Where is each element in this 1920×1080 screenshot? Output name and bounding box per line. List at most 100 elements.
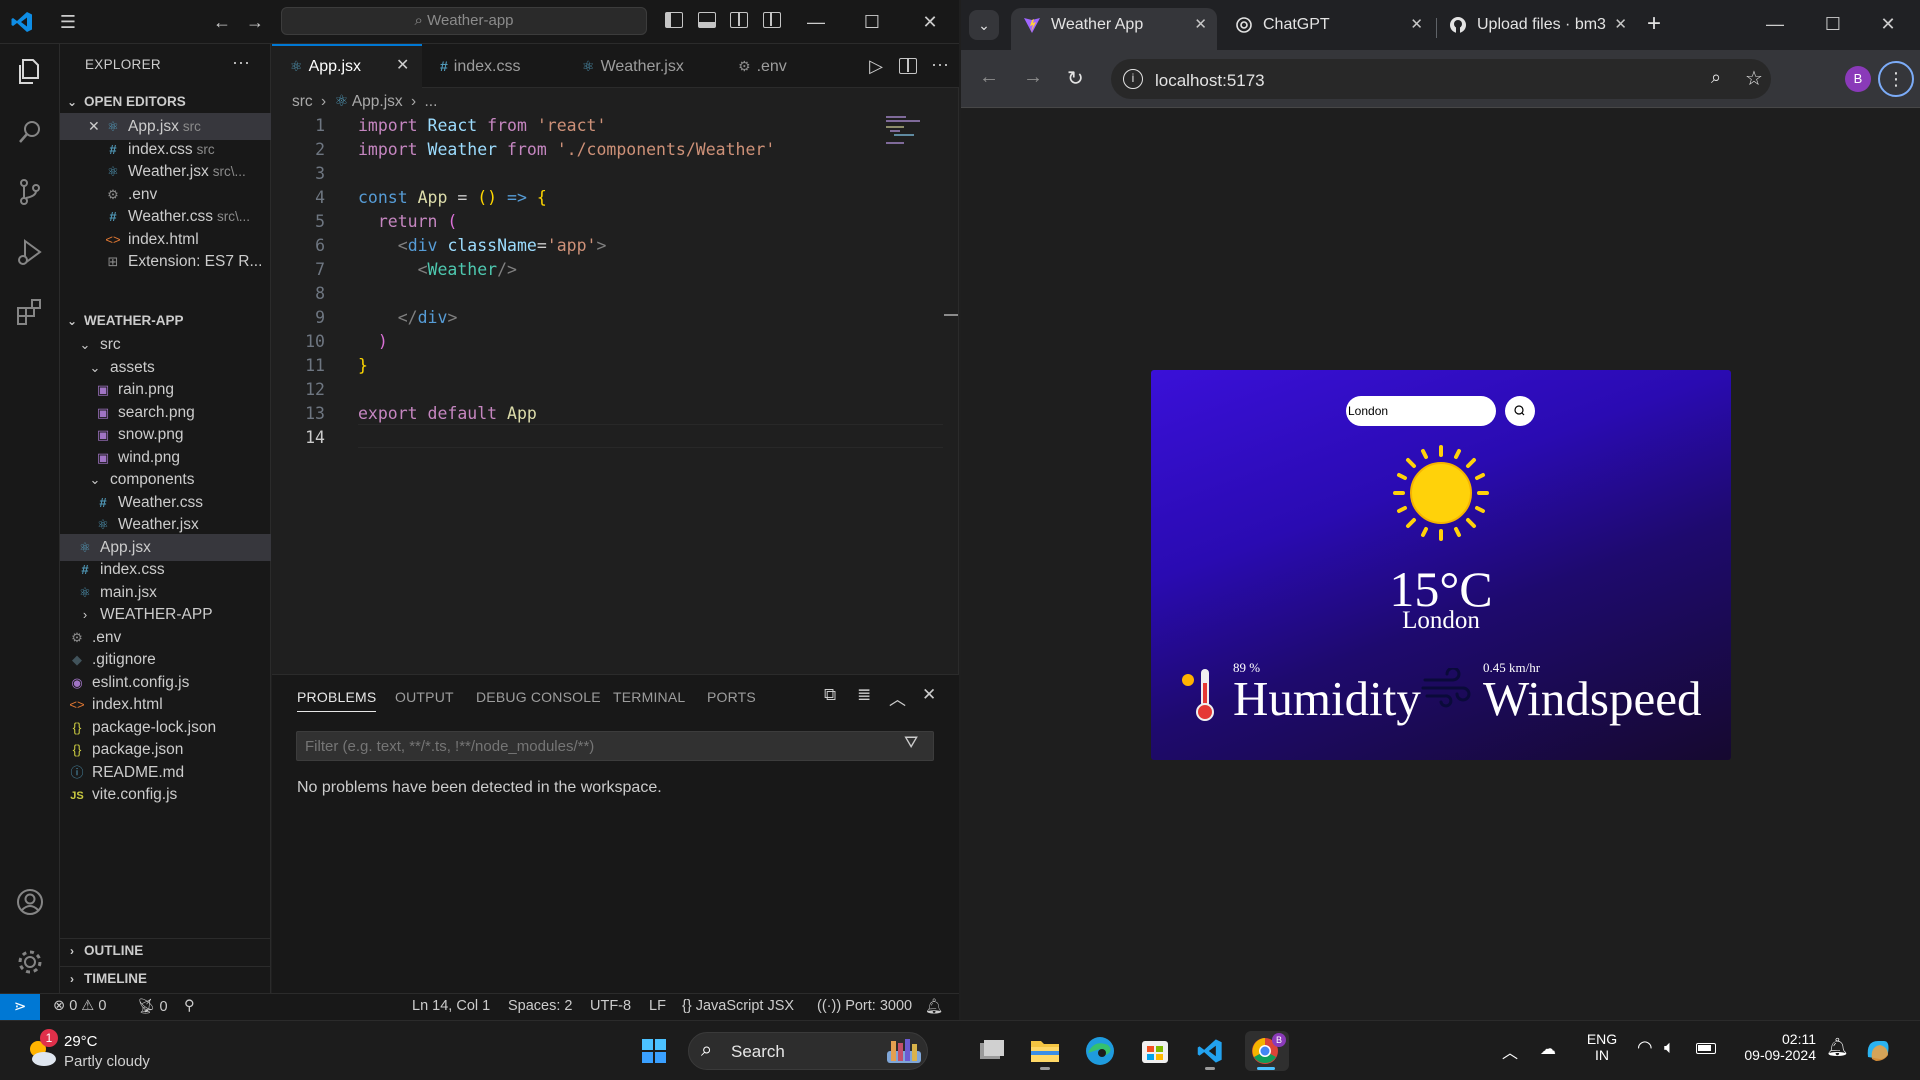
language-indicator[interactable]: ENG IN [1584,1031,1620,1063]
filter-icon[interactable]: ⛛ [904,733,918,753]
taskbar-search-box[interactable]: ⌕ Search [688,1032,928,1070]
breadcrumb-file[interactable]: App.jsx [352,93,403,110]
profile-avatar[interactable]: B [1845,66,1871,92]
city-search-input[interactable] [1346,396,1496,426]
close-window-icon[interactable]: ✕ [1868,10,1908,38]
vscode-taskbar-icon[interactable] [1190,1031,1230,1071]
code-line[interactable]: 10 ) [272,330,942,354]
toggle-panel-icon[interactable] [698,12,716,28]
browser-tab-chatgpt[interactable]: ChatGPT ✕ [1223,8,1433,50]
browser-tab-weather-app[interactable]: Weather App ✕ [1011,8,1217,50]
encoding[interactable]: UTF-8 [590,998,631,1014]
minimap[interactable] [886,114,930,144]
code-line[interactable]: 12 [272,378,942,402]
reload-icon[interactable]: ↻ [1067,66,1084,91]
code-line[interactable]: 7 <Weather/> [272,258,942,282]
chrome-menu-icon[interactable]: ⋮ [1878,61,1914,97]
toggle-secondary-sidebar-icon[interactable] [730,12,748,28]
zoom-icon[interactable]: ⌕ [1711,67,1721,88]
code-line[interactable]: 1 import React from 'react' [272,114,942,138]
breadcrumb-folder[interactable]: src [292,93,313,110]
open-editors-section[interactable]: ⌄ OPEN EDITORS [60,90,271,114]
code-editor[interactable]: 1 import React from 'react' 2 import Weathe… [272,114,943,664]
search-activity-icon[interactable] [14,116,46,148]
tab-weather-jsx[interactable]: ⚛ Weather.jsx [564,44,720,88]
clock[interactable]: 02:11 09-09-2024 [1736,1031,1816,1063]
copy-icon[interactable]: ⧉ [824,685,836,705]
task-view-icon[interactable] [972,1031,1012,1071]
volume-icon[interactable]: 🔈︎ [1664,1037,1675,1058]
edge-browser-icon[interactable] [1080,1031,1120,1071]
tab-problems[interactable]: PROBLEMS [297,689,377,712]
chrome-taskbar-icon[interactable]: B [1245,1031,1289,1071]
back-arrow-icon[interactable]: ← [210,10,234,34]
problems-filter-input[interactable] [296,731,934,761]
file-explorer-icon[interactable] [1025,1031,1065,1071]
code-line[interactable]: 13 export default App [272,402,942,426]
cursor-position[interactable]: Ln 14, Col 1 [412,998,490,1014]
minimize-icon[interactable]: — [796,8,836,36]
file-item[interactable]: JS vite.config.js [60,781,271,808]
indentation[interactable]: Spaces: 2 [508,998,573,1014]
close-window-icon[interactable]: ✕ [910,8,950,36]
code-line[interactable]: 9 </div> [272,306,942,330]
scrollbar-cursor-marker[interactable] [944,314,958,316]
file-item[interactable]: ⊞ Extension: ES7 R... [60,248,271,275]
extensions-icon[interactable] [14,296,46,328]
start-windows-icon[interactable] [634,1031,674,1071]
live-server-port[interactable]: ((·)) Port: 3000 [817,998,912,1014]
show-hidden-icons-chevron-icon[interactable]: ︿ [1502,1039,1518,1063]
run-icon[interactable]: ▷ [864,54,888,78]
breadcrumb-symbol[interactable]: ... [424,93,437,110]
site-info-icon[interactable]: i [1123,69,1143,89]
maximize-icon[interactable]: ☐ [1813,10,1853,38]
search-button[interactable] [1505,396,1535,426]
code-line[interactable]: 2 import Weather from './components/Weath… [272,138,942,162]
close-tab-icon[interactable]: ✕ [396,46,409,86]
problems-status[interactable]: ⊗ 0 ⚠ 0 [53,998,106,1014]
debug-status-icon[interactable]: ⚲ [184,998,195,1014]
run-debug-icon[interactable] [14,236,46,268]
bookmark-star-icon[interactable]: ☆ [1745,66,1763,91]
project-section[interactable]: ⌄ WEATHER-APP [60,309,271,333]
new-tab-icon[interactable]: + [1647,10,1661,38]
tab-ports[interactable]: PORTS [707,689,756,705]
line-ending[interactable]: LF [649,998,666,1014]
timeline-section[interactable]: › TIMELINE [60,966,271,990]
close-tab-icon[interactable]: ✕ [1610,8,1627,42]
browser-tab-github[interactable]: Upload files · bm3 ✕ [1437,8,1637,50]
toggle-primary-sidebar-icon[interactable] [665,12,683,28]
code-line[interactable]: 4 const App = () => { [272,186,942,210]
remote-indicator-icon[interactable]: ⋗ [0,994,40,1020]
tab-debug-console[interactable]: DEBUG CONSOLE [476,689,601,705]
copilot-icon[interactable] [1862,1033,1894,1065]
code-line[interactable]: 11} [272,354,942,378]
split-editor-icon[interactable] [899,58,917,74]
manage-gear-icon[interactable] [14,946,46,978]
forward-arrow-icon[interactable]: → [1023,66,1043,89]
microsoft-store-icon[interactable] [1135,1031,1175,1071]
battery-icon[interactable] [1696,1043,1716,1054]
code-line[interactable]: 6 <div className='app'> [272,234,942,258]
onedrive-icon[interactable]: ☁ [1540,1039,1556,1059]
code-line[interactable]: 5 return ( [272,210,942,234]
maximize-icon[interactable]: ☐ [852,8,892,36]
tab-env[interactable]: ⚙ .env [720,44,830,88]
tab-terminal[interactable]: TERMINAL [613,689,685,705]
wifi-icon[interactable]: ◠ [1637,1037,1653,1058]
forward-arrow-icon[interactable]: → [243,10,267,34]
accounts-icon[interactable] [14,886,46,918]
ports-status[interactable]: 📡︎ 0 [137,998,168,1015]
language-mode[interactable]: {} JavaScript JSX [682,998,794,1014]
customize-layout-icon[interactable] [763,12,781,28]
explorer-icon[interactable] [14,56,46,88]
notification-bell-icon[interactable]: 🔔︎ [1826,1037,1849,1058]
word-wrap-icon[interactable]: ≣ [857,685,871,705]
code-line[interactable]: 8 [272,282,942,306]
tab-index-css[interactable]: # index.css [422,44,564,88]
outline-section[interactable]: › OUTLINE [60,938,271,962]
maximize-panel-icon[interactable]: ︿ [889,685,906,710]
tab-search-icon[interactable]: ⌄ [969,10,999,40]
code-line[interactable]: 3 [272,162,942,186]
more-actions-icon[interactable]: ··· [232,52,250,73]
